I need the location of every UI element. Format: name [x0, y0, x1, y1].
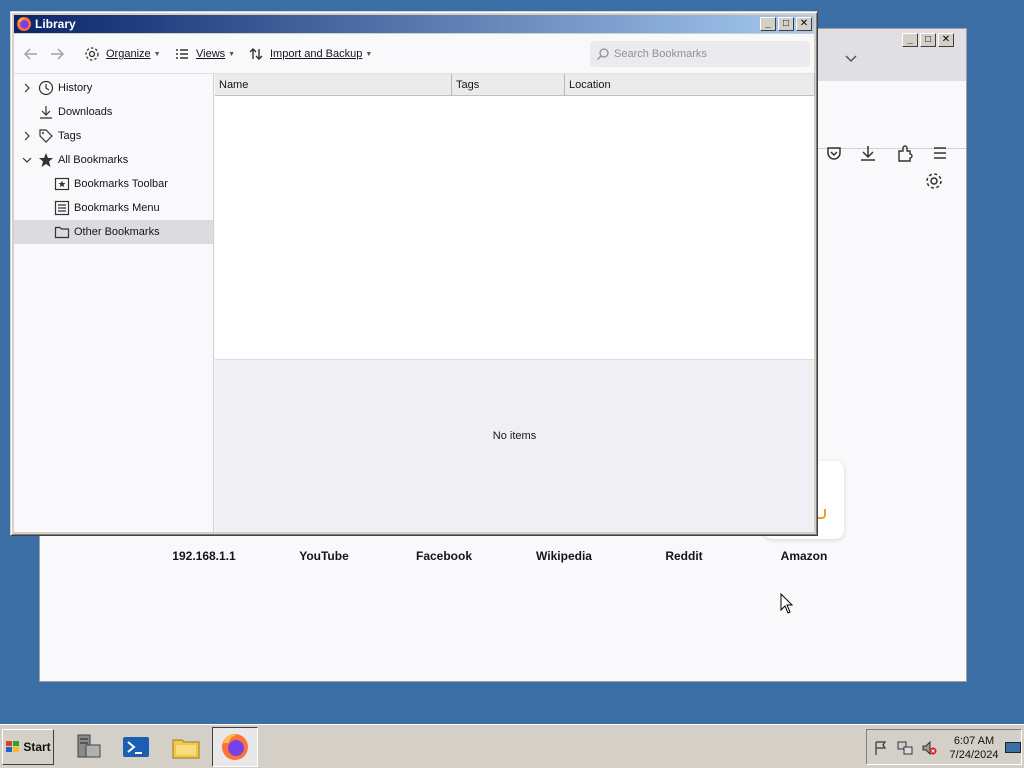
back-arrow-icon[interactable] [22, 45, 40, 63]
downloads-icon[interactable] [858, 143, 878, 163]
firefox-icon [222, 734, 248, 760]
powershell-icon[interactable] [120, 731, 152, 763]
close-button[interactable]: ✕ [796, 17, 812, 31]
shortcut-label[interactable]: Facebook [384, 549, 504, 563]
server-manager-icon[interactable] [72, 731, 104, 763]
views-label: Views [196, 48, 226, 60]
details-pane: No items [215, 359, 814, 532]
shortcut-label[interactable]: Reddit [624, 549, 744, 563]
tree-item-label: Bookmarks Menu [74, 202, 160, 214]
tag-icon [39, 129, 53, 143]
tree-item-history[interactable]: History [14, 76, 213, 100]
bookmarks-toolbar-icon [54, 177, 70, 191]
column-header-tags[interactable]: Tags [452, 74, 565, 96]
minimize-button[interactable]: _ [760, 17, 776, 31]
flag-icon[interactable] [873, 740, 889, 756]
folder-icon [54, 226, 70, 239]
gear-icon[interactable] [924, 171, 944, 191]
chevron-down-icon[interactable] [22, 155, 32, 165]
clock-date: 7/24/2024 [949, 749, 999, 761]
bookmarks-menu-icon [54, 200, 70, 216]
tree-item-label: Other Bookmarks [74, 226, 160, 238]
mouse-cursor-icon [780, 593, 794, 614]
shortcut-label[interactable]: Amazon [744, 549, 864, 563]
table-header: Name Tags Location [215, 74, 815, 96]
tree-item-label: All Bookmarks [58, 154, 129, 166]
forward-arrow-icon[interactable] [48, 45, 66, 63]
menu-icon[interactable] [930, 143, 950, 163]
column-header-name[interactable]: Name [215, 74, 452, 96]
start-label: Start [23, 740, 51, 754]
tree-item-tags[interactable]: Tags [14, 124, 213, 148]
library-toolbar: Organize ▼ Views ▼ Import and Backup ▼ [14, 34, 814, 74]
import-backup-button[interactable]: Import and Backup ▼ [248, 44, 372, 64]
library-window-controls: _ □ ✕ [760, 17, 812, 31]
shortcut-label[interactable]: Wikipedia [504, 549, 624, 563]
import-export-icon [249, 48, 263, 60]
close-button[interactable]: ✕ [938, 33, 954, 47]
places-tree: History Downloads Tags All Bookmarks Boo… [14, 74, 214, 532]
chevron-right-icon[interactable] [22, 83, 32, 93]
chevron-down-icon: ▼ [365, 50, 373, 58]
network-icon[interactable] [897, 740, 913, 756]
window-title: Library [35, 17, 76, 31]
tree-item-downloads[interactable]: Downloads [14, 100, 213, 124]
tree-item-other-bookmarks[interactable]: Other Bookmarks [14, 220, 213, 244]
windows-logo-icon [6, 741, 20, 752]
extensions-icon[interactable] [895, 143, 915, 163]
list-all-tabs-icon[interactable] [844, 51, 858, 65]
views-button[interactable]: Views ▼ [174, 44, 235, 64]
download-icon [40, 106, 52, 119]
search-icon [597, 48, 609, 60]
clock[interactable]: 6:07 AM 7/24/2024 [945, 734, 1003, 762]
list-view-icon [176, 49, 188, 59]
taskbar: Start 6:07 AM 7/24/2024 [0, 724, 1024, 768]
maximize-button[interactable]: □ [920, 33, 936, 47]
bookmarks-table[interactable]: Name Tags Location [215, 74, 815, 359]
clock-icon [38, 80, 54, 96]
tree-item-label: Downloads [58, 106, 113, 118]
no-items-text: No items [492, 430, 537, 442]
tree-item-bookmarks-menu[interactable]: Bookmarks Menu [14, 196, 213, 220]
volume-muted-icon[interactable] [921, 740, 937, 756]
file-explorer-icon[interactable] [170, 731, 202, 763]
chevron-down-icon: ▼ [228, 50, 236, 58]
shortcut-label[interactable]: YouTube [264, 549, 384, 563]
library-window: Library _ □ ✕ Organize ▼ Views ▼ Import … [10, 11, 818, 536]
system-tray: 6:07 AM 7/24/2024 [866, 729, 1022, 765]
tree-item-bookmarks-toolbar[interactable]: Bookmarks Toolbar [14, 172, 213, 196]
import-backup-label: Import and Backup [270, 48, 363, 60]
clock-time: 6:07 AM [953, 735, 995, 747]
library-titlebar[interactable]: Library _ □ ✕ [14, 15, 814, 33]
search-input[interactable] [614, 48, 804, 60]
chevron-down-icon: ▼ [153, 50, 161, 58]
top-sites: 192.168.1.1 YouTube Facebook Wikipedia R… [144, 549, 884, 569]
firefox-icon [17, 17, 31, 31]
tree-item-label: History [58, 82, 93, 94]
tree-item-label: Bookmarks Toolbar [74, 178, 168, 190]
taskbar-firefox-button[interactable] [212, 727, 258, 767]
gear-icon [85, 47, 99, 61]
shortcut-label[interactable]: 192.168.1.1 [144, 549, 264, 563]
organize-label: Organize [106, 48, 151, 60]
chevron-right-icon[interactable] [22, 131, 32, 141]
search-box[interactable] [590, 41, 810, 67]
maximize-button[interactable]: □ [778, 17, 794, 31]
show-desktop-icon[interactable] [1005, 742, 1021, 754]
organize-button[interactable]: Organize ▼ [84, 44, 161, 64]
minimize-button[interactable]: _ [902, 33, 918, 47]
tree-item-all-bookmarks[interactable]: All Bookmarks [14, 148, 213, 172]
column-header-location[interactable]: Location [565, 74, 815, 96]
firefox-window-controls: _ □ ✕ [902, 33, 954, 47]
library-body: Organize ▼ Views ▼ Import and Backup ▼ S… [14, 34, 815, 532]
start-button[interactable]: Start [2, 729, 54, 765]
pocket-icon[interactable] [824, 143, 844, 163]
star-icon [39, 153, 53, 167]
tree-item-label: Tags [58, 130, 82, 142]
